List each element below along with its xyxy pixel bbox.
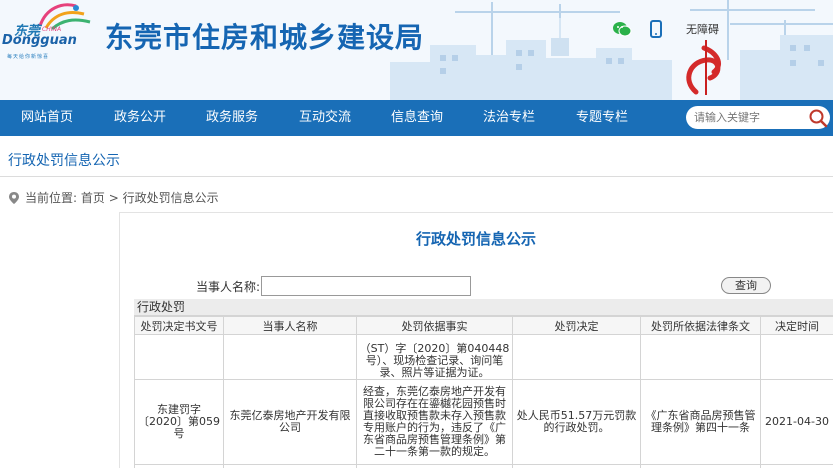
cell-fact-text: （ST）字〔2020〕第040448号）、现场检查记录、询问笔录、照片等证据为证… [359, 342, 510, 379]
logo-swirl-icon [38, 3, 91, 30]
cell-empty [356, 464, 513, 468]
table-row: （ST）字〔2020〕第040448号）、现场检查记录、询问笔录、照片等证据为证… [134, 334, 833, 380]
query-button[interactable]: 查询 [721, 277, 771, 294]
wechat-icon[interactable] [612, 19, 632, 39]
cell-party [223, 334, 357, 380]
divider [0, 176, 833, 177]
header-tools: 无障碍 [612, 18, 719, 40]
accessibility-link[interactable]: 无障碍 [686, 21, 719, 37]
cell-fact: （ST）字〔2020〕第040448号）、现场检查记录、询问笔录、照片等证据为证… [356, 334, 513, 380]
location-pin-icon [9, 191, 19, 204]
mobile-icon[interactable] [646, 19, 666, 39]
cell-doc-no: 东建罚字〔2020〕第059号 [134, 379, 224, 465]
breadcrumb-home-link[interactable]: 首页 [81, 189, 105, 206]
table-row: 东建罚字〔2020〕第059号 东莞亿泰房地产开发有限公司 经查，东莞亿泰房地产… [134, 379, 833, 465]
cell-law [640, 334, 761, 380]
col-header-doc-no: 处罚决定书文号 [134, 316, 224, 335]
breadcrumb: 当前位置: 首页 > 行政处罚信息公示 [8, 189, 219, 206]
nav-item-gov-affairs[interactable]: 政务公开 [114, 100, 166, 136]
logo[interactable]: 东莞 CHINA Dongguan 每天给你新惊喜 [2, 2, 100, 66]
col-header-fact: 处罚依据事实 [356, 316, 513, 335]
search-icon[interactable] [808, 108, 828, 128]
site-title: 东莞市住房和城乡建设局 [105, 21, 425, 54]
table-row [134, 464, 833, 468]
panel-title: 行政处罚信息公示 [416, 230, 537, 248]
party-name-input[interactable] [261, 276, 471, 296]
cell-date: 2021-04-30 [760, 379, 833, 465]
cell-empty [223, 464, 357, 468]
cell-doc-no [134, 334, 224, 380]
cell-empty [640, 464, 761, 468]
penalty-table-container: 行政处罚 处罚决定书文号 当事人名称 处罚依据事实 处罚决定 处罚所依据法律条文… [134, 299, 833, 468]
nav-item-info-query[interactable]: 信息查询 [391, 100, 443, 136]
cell-empty [134, 464, 224, 468]
cell-decision: 处人民币51.57万元罚款的行政处罚。 [512, 379, 641, 465]
breadcrumb-separator: > [108, 190, 119, 205]
nav-item-legal[interactable]: 法治专栏 [483, 100, 535, 136]
nav-item-home[interactable]: 网站首页 [21, 100, 73, 136]
col-header-law: 处罚所依据法律条文 [640, 316, 761, 335]
breadcrumb-current-link[interactable]: 行政处罚信息公示 [123, 189, 219, 206]
nav-item-topics[interactable]: 专题专栏 [576, 100, 628, 136]
cell-empty [760, 464, 833, 468]
logo-text-city: Dongguan [2, 33, 77, 48]
nav-item-interaction[interactable]: 互动交流 [299, 100, 351, 136]
page-title: 行政处罚信息公示 [8, 153, 120, 169]
cell-law: 《广东省商品房预售管理条例》第四十一条 [640, 379, 761, 465]
col-header-date: 决定时间 [760, 316, 833, 335]
col-header-decision: 处罚决定 [512, 316, 641, 335]
search-input[interactable] [694, 111, 804, 124]
table-caption: 行政处罚 [134, 299, 833, 316]
party-name-label: 当事人名称: [196, 280, 261, 294]
cell-fact: 经查，东莞亿泰房地产开发有限公司存在在鎏樾花园预售时直接收取预售款未存入预售款专… [356, 379, 513, 465]
logo-slogan: 每天给你新惊喜 [7, 54, 50, 60]
logo-text-en: CHINA [42, 26, 62, 33]
penalty-table: 处罚决定书文号 当事人名称 处罚依据事实 处罚决定 处罚所依据法律条文 决定时间… [134, 316, 833, 468]
cell-party: 东莞亿泰房地产开发有限公司 [223, 379, 357, 465]
table-header-row: 处罚决定书文号 当事人名称 处罚依据事实 处罚决定 处罚所依据法律条文 决定时间 [134, 316, 833, 335]
breadcrumb-label: 当前位置: [25, 191, 78, 205]
cell-decision [512, 334, 641, 380]
cell-empty [512, 464, 641, 468]
cell-date [760, 334, 833, 380]
site-header: 东莞 CHINA Dongguan 每天给你新惊喜 东莞市住房和城乡建设局 无障… [0, 0, 833, 100]
main-nav: 网站首页 政务公开 政务服务 互动交流 信息查询 法治专栏 专题专栏 [0, 100, 833, 136]
col-header-party: 当事人名称 [223, 316, 357, 335]
search-box [686, 106, 830, 129]
nav-item-services[interactable]: 政务服务 [206, 100, 258, 136]
